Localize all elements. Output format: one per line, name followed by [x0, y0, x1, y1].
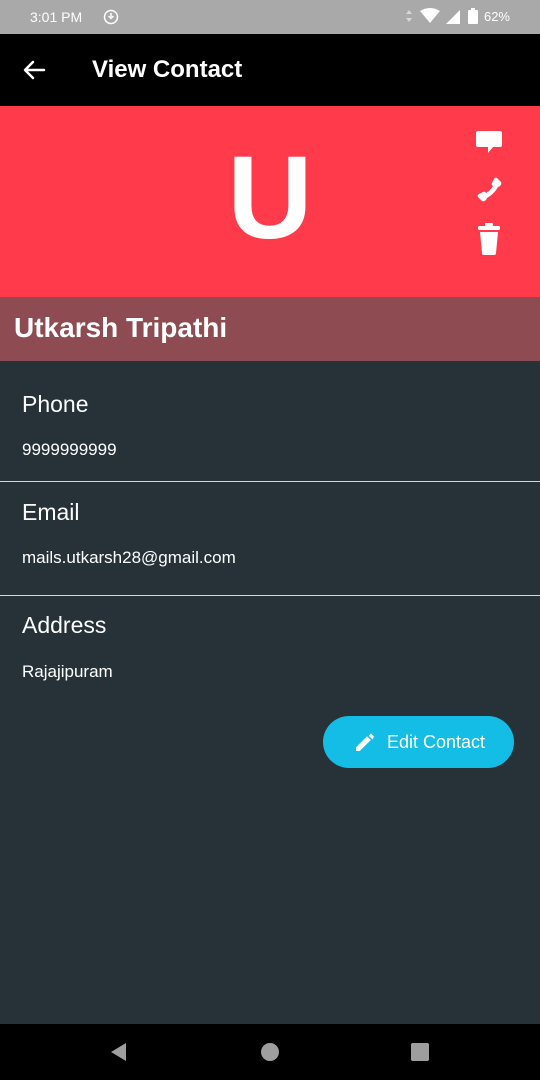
divider [0, 481, 540, 482]
phone-label: Phone [22, 391, 89, 417]
email-label: Email [22, 499, 80, 525]
battery-icon [467, 8, 478, 24]
email-value: mails.utkarsh28@gmail.com [22, 548, 236, 567]
nav-recents-button[interactable] [406, 1038, 434, 1066]
phone-icon [477, 177, 502, 202]
address-value: Rajajipuram [22, 662, 113, 681]
data-arrows-icon [405, 10, 412, 22]
call-button[interactable] [470, 170, 508, 208]
avatar-initial: U [227, 132, 313, 264]
edit-contact-label: Edit Contact [387, 731, 486, 752]
phone-value: 9999999999 [22, 440, 117, 459]
system-nav-bar [0, 1024, 540, 1080]
delete-button[interactable] [470, 220, 508, 258]
nav-back-button[interactable] [105, 1038, 133, 1066]
arrow-left-icon [23, 60, 46, 80]
nav-home-button[interactable] [256, 1038, 284, 1066]
status-icons: 62% [404, 8, 510, 24]
divider [0, 595, 540, 596]
edit-contact-button[interactable]: Edit Contact [323, 716, 514, 768]
back-button[interactable] [14, 50, 54, 90]
app-bar: View Contact [0, 34, 540, 106]
address-label: Address [22, 612, 107, 638]
home-circle-icon [261, 1043, 279, 1061]
message-icon [476, 131, 502, 153]
trash-icon [478, 223, 500, 255]
page-title: View Contact [92, 56, 243, 83]
name-bar: Utkarsh Tripathi [0, 297, 540, 361]
wifi-icon [419, 8, 440, 23]
pencil-icon [356, 733, 374, 751]
signal-icon [445, 10, 460, 24]
recents-square-icon [411, 1043, 429, 1061]
contact-name: Utkarsh Tripathi [14, 312, 228, 343]
contact-header: U [0, 106, 540, 297]
status-bar: 3:01 PM 62% [0, 0, 540, 34]
message-button[interactable] [470, 123, 508, 161]
back-triangle-icon [111, 1043, 126, 1061]
status-time: 3:01 PM [30, 9, 83, 25]
battery-percent: 62% [483, 8, 510, 24]
sync-icon [103, 9, 119, 25]
